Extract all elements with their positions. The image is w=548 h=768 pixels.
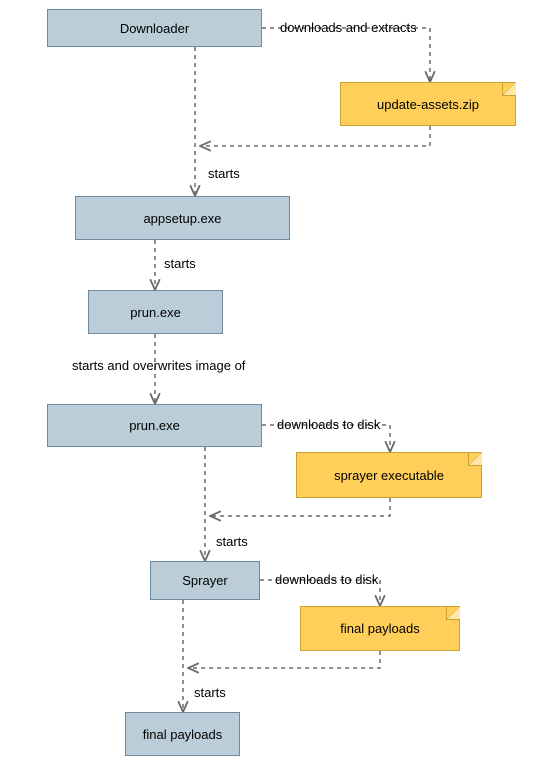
node-appsetup: appsetup.exe (75, 196, 290, 240)
node-downloader: Downloader (47, 9, 262, 47)
node-label: Sprayer (182, 573, 228, 588)
edge-label-downloads-disk-2: downloads to disk (275, 572, 378, 587)
edge-label-downloads-extracts: downloads and extracts (280, 20, 417, 35)
note-fold-icon (502, 82, 516, 96)
node-label: Downloader (120, 21, 189, 36)
node-label: update-assets.zip (377, 97, 479, 112)
node-sprayer: Sprayer (150, 561, 260, 600)
node-final-payloads-note: final payloads (300, 606, 460, 651)
node-sprayer-executable: sprayer executable (296, 452, 482, 498)
note-fold-icon (468, 452, 482, 466)
edge-label-starts-overwrites: starts and overwrites image of (72, 358, 245, 373)
node-prun-2: prun.exe (47, 404, 262, 447)
edge-label-downloads-disk-1: downloads to disk (277, 417, 380, 432)
flowchart-canvas: Downloader update-assets.zip appsetup.ex… (0, 0, 548, 768)
node-final-payloads: final payloads (125, 712, 240, 756)
edge-label-starts-4: starts (194, 685, 226, 700)
edge-label-starts-2: starts (164, 256, 196, 271)
node-label: prun.exe (129, 418, 180, 433)
node-label: final payloads (143, 727, 223, 742)
edge-label-starts-1: starts (208, 166, 240, 181)
node-update-assets-zip: update-assets.zip (340, 82, 516, 126)
node-label: final payloads (340, 621, 420, 636)
node-label: prun.exe (130, 305, 181, 320)
note-fold-icon (446, 606, 460, 620)
node-label: sprayer executable (334, 468, 444, 483)
edge-label-starts-3: starts (216, 534, 248, 549)
node-label: appsetup.exe (143, 211, 221, 226)
node-prun-1: prun.exe (88, 290, 223, 334)
